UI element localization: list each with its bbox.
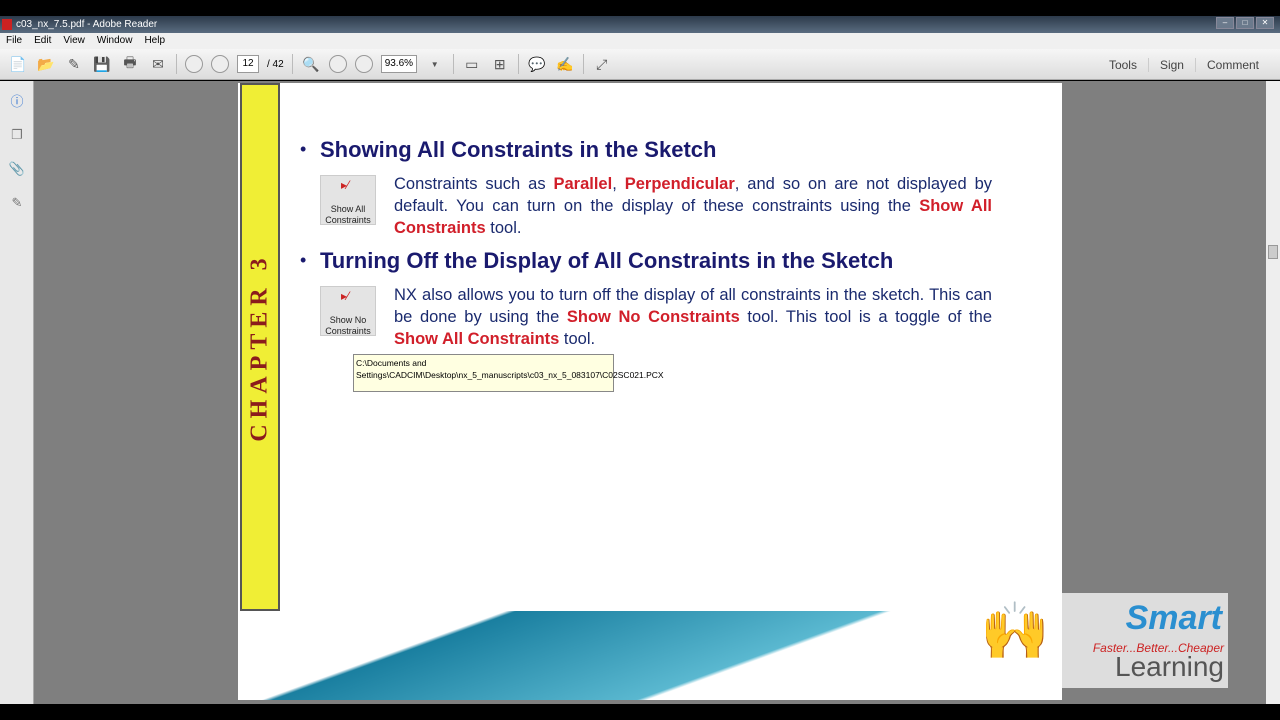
- chapter-label: CHAPTER 3: [246, 252, 273, 442]
- menu-window[interactable]: Window: [97, 33, 133, 49]
- divider: [291, 54, 293, 74]
- title-bar: c03_nx_7.5.pdf - Adobe Reader – □ ✕: [0, 16, 1280, 33]
- divider: [452, 54, 454, 74]
- logo-sub: Learning: [1115, 651, 1224, 682]
- highlight-icon[interactable]: ✍: [555, 54, 575, 74]
- section-paragraph: Constraints such as Parallel, Perpendicu…: [394, 175, 993, 237]
- page-number-input[interactable]: 12: [237, 55, 259, 73]
- edit-icon[interactable]: ✎: [64, 54, 84, 74]
- divider: [517, 54, 519, 74]
- vertical-scrollbar[interactable]: [1266, 81, 1280, 704]
- open-icon[interactable]: 📂: [36, 54, 56, 74]
- save-icon[interactable]: 💾: [92, 54, 112, 74]
- window-title: c03_nx_7.5.pdf - Adobe Reader: [16, 19, 158, 30]
- bullet: •: [300, 139, 307, 159]
- attachment-icon[interactable]: 📎: [8, 161, 26, 179]
- adobe-pdf-icon: [2, 19, 12, 30]
- next-page-button[interactable]: [211, 55, 229, 73]
- toolbar: 📄 📂 ✎ 💾 🖶 ✉ 12 / 42 🔍 93.6% ▼ ▭ ⊞ 💬 ✍ ⤢ …: [0, 49, 1280, 80]
- close-button[interactable]: ✕: [1256, 17, 1274, 29]
- comment-icon[interactable]: 💬: [527, 54, 547, 74]
- fit-width-icon[interactable]: ⊞: [490, 54, 510, 74]
- bullet: •: [300, 250, 307, 270]
- pages-icon[interactable]: ❐: [8, 127, 26, 145]
- sign-link[interactable]: Sign: [1147, 57, 1195, 72]
- smart-learning-mascot-icon: 🙌: [980, 599, 1050, 662]
- full-screen-icon[interactable]: ⤢: [592, 54, 612, 74]
- zoom-dropdown-icon[interactable]: ▼: [425, 54, 445, 74]
- divider: [582, 54, 584, 74]
- menu-file[interactable]: File: [6, 33, 22, 49]
- divider: [176, 54, 177, 74]
- signatures-icon[interactable]: ✎: [8, 195, 26, 213]
- section-heading: Showing All Constraints in the Sketch: [320, 137, 717, 162]
- chapter-band: CHAPTER 3: [240, 83, 280, 611]
- tools-link[interactable]: Tools: [1098, 58, 1148, 72]
- menu-help[interactable]: Help: [144, 33, 165, 49]
- fit-page-icon[interactable]: ▭: [462, 54, 482, 74]
- previous-page-button[interactable]: [185, 55, 203, 73]
- show-no-constraints-icon: Show No Constraints: [320, 286, 376, 336]
- create-pdf-icon[interactable]: 📄: [8, 54, 28, 74]
- comment-link[interactable]: Comment: [1194, 57, 1270, 72]
- marquee-zoom-icon[interactable]: 🔍: [301, 54, 321, 74]
- minimize-button[interactable]: –: [1216, 17, 1234, 29]
- file-path-tooltip: C:\Documents and Settings\CADCIM\Desktop…: [353, 354, 664, 392]
- scrollbar-thumb[interactable]: [1268, 245, 1278, 259]
- zoom-in-button[interactable]: [354, 55, 373, 73]
- email-icon[interactable]: ✉: [148, 54, 168, 74]
- page-decoration: [238, 611, 1062, 700]
- menu-view[interactable]: View: [63, 33, 85, 49]
- section-paragraph: NX also allows you to turn off the displ…: [394, 286, 992, 348]
- section-heading: Turning Off the Display of All Constrain…: [320, 248, 894, 273]
- maximize-button[interactable]: □: [1236, 17, 1254, 29]
- menu-bar: File Edit View Window Help: [0, 33, 1280, 49]
- menu-edit[interactable]: Edit: [34, 33, 51, 49]
- zoom-out-button[interactable]: [328, 55, 347, 73]
- page-total: / 42: [267, 58, 284, 70]
- logo-brand: Smart: [1125, 599, 1222, 637]
- show-all-constraints-icon: Show All Constraints: [320, 175, 376, 225]
- navigation-panel: ⓘ ❐ 📎 ✎: [0, 81, 34, 704]
- info-icon[interactable]: ⓘ: [8, 91, 26, 109]
- smart-learning-logo: Smart Faster...Better...Cheaper Learning: [1062, 593, 1228, 688]
- zoom-input[interactable]: 93.6%: [380, 55, 417, 73]
- print-icon[interactable]: 🖶: [120, 54, 140, 74]
